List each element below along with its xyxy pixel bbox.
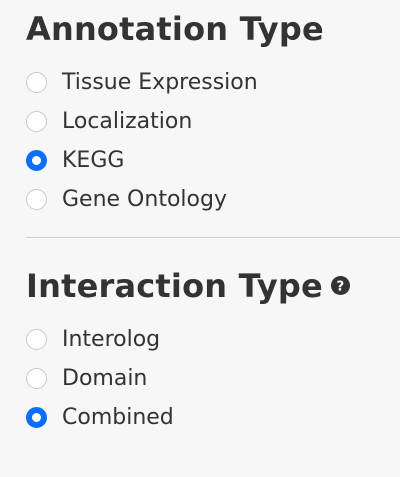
annotation-option-label: Localization xyxy=(62,109,193,134)
annotation-option-label: KEGG xyxy=(62,148,125,173)
annotation-type-heading: Annotation Type xyxy=(26,10,324,48)
interaction-option-combined[interactable]: Combined xyxy=(26,398,174,437)
settings-panel: Annotation Type Tissue Expression Locali… xyxy=(0,0,400,477)
interaction-option-label: Interolog xyxy=(62,327,161,352)
svg-text:?: ? xyxy=(336,279,344,294)
interaction-option-label: Combined xyxy=(62,405,174,430)
annotation-option-tissue-expression[interactable]: Tissue Expression xyxy=(26,63,258,102)
radio-button[interactable] xyxy=(26,368,47,389)
interaction-option-domain[interactable]: Domain xyxy=(26,359,174,398)
question-circle-icon[interactable]: ? xyxy=(330,265,350,295)
annotation-type-options: Tissue Expression Localization KEGG Gene… xyxy=(26,63,258,219)
interaction-type-options: Interolog Domain Combined xyxy=(26,320,174,437)
radio-button[interactable] xyxy=(26,189,47,210)
annotation-option-label: Gene Ontology xyxy=(62,187,227,212)
radio-button[interactable] xyxy=(26,72,47,93)
interaction-option-label: Domain xyxy=(62,366,148,391)
radio-button[interactable] xyxy=(26,329,47,350)
annotation-option-kegg[interactable]: KEGG xyxy=(26,141,258,180)
annotation-option-gene-ontology[interactable]: Gene Ontology xyxy=(26,180,258,219)
interaction-option-interolog[interactable]: Interolog xyxy=(26,320,174,359)
radio-button-selected[interactable] xyxy=(26,407,47,428)
section-divider xyxy=(26,237,400,238)
annotation-option-localization[interactable]: Localization xyxy=(26,102,258,141)
annotation-option-label: Tissue Expression xyxy=(62,70,258,95)
interaction-type-title: Interaction Type xyxy=(26,267,323,305)
interaction-type-heading: Interaction Type? xyxy=(26,265,350,305)
radio-button-selected[interactable] xyxy=(26,150,47,171)
radio-button[interactable] xyxy=(26,111,47,132)
